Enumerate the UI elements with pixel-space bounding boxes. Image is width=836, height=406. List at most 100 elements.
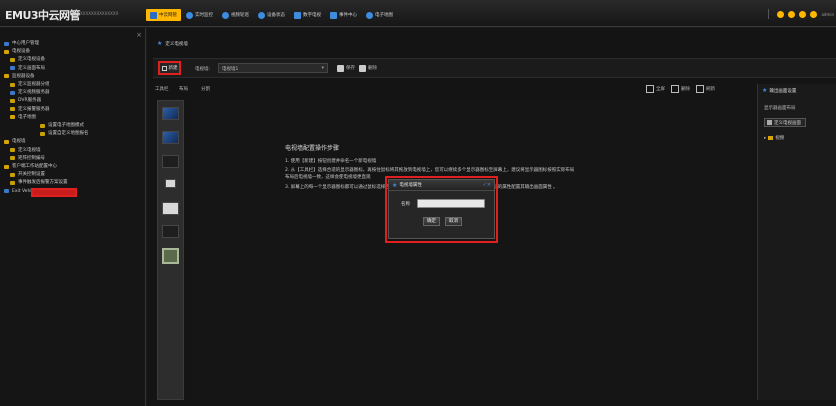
monitor-tool-1[interactable] [162, 107, 179, 120]
brand-logo: EMU3中云网管 [5, 9, 81, 22]
sidebar-item-label: 设置电子地图模式 [48, 123, 84, 128]
sidebar-item-label: 定义监视器分组 [18, 82, 50, 87]
trash-icon [671, 85, 679, 93]
wall-select[interactable]: 电视墙1 ▾ [218, 63, 328, 73]
server-icon [10, 90, 15, 95]
monitor-tool-7[interactable] [162, 248, 179, 264]
group-icon [10, 82, 15, 87]
monitor-tool-4[interactable] [165, 179, 176, 188]
expand-arrow-icon: ▸ [764, 135, 767, 141]
sidebar-item[interactable]: 定义监视器分组 [10, 81, 50, 88]
sidebar-item[interactable]: 开关控制设置 [10, 171, 45, 178]
sidebar-item-label: 中心用户管理 [12, 41, 39, 46]
cancel-button[interactable]: 取消 [445, 217, 462, 226]
clear-button[interactable]: 删除 [671, 84, 690, 94]
refresh-icon [696, 85, 704, 93]
toolbar: 新建 电视墙: 电视墙1 ▾ 保存 删除 [153, 58, 836, 78]
gear-icon[interactable] [788, 10, 796, 18]
define-picture-button[interactable]: 定义电视画面 [764, 118, 806, 127]
save-button[interactable]: 保存 [337, 63, 355, 73]
save-icon [337, 64, 344, 72]
new-icon [161, 65, 167, 71]
tab-divide[interactable]: 分割 [201, 86, 210, 92]
tab-digital-tv[interactable]: 数字电视 [290, 9, 325, 21]
sidebar-item-label: 定义报警服务器 [18, 106, 50, 112]
name-label: 名称 [401, 202, 410, 207]
breadcrumb-label: 定义电视墙 [165, 41, 188, 47]
lock-icon[interactable] [810, 10, 818, 18]
sidebar-item[interactable]: 电子地图 [10, 114, 36, 121]
tab-event-center[interactable]: 事件中心 [326, 9, 361, 21]
sidebar-item[interactable]: 客户端工作站配置中心 [4, 163, 57, 170]
sidebar-item-label: 定义电视设备 [18, 57, 45, 63]
folder-icon [4, 74, 9, 79]
event-icon [10, 180, 15, 185]
dialog-header: ★ 电视墙属性 ✓× [389, 180, 494, 191]
new-button[interactable]: 新建 [158, 61, 181, 75]
tab-layout[interactable]: 布局 [179, 86, 188, 92]
sidebar-item[interactable]: 定义画面布局 [10, 65, 45, 72]
tab-home[interactable]: 中云网管 [146, 9, 181, 21]
sidebar-item[interactable]: 设置自定义地图报名 [40, 130, 89, 137]
tab-map[interactable]: 电子地图 [362, 9, 397, 21]
brand-subtitle: XXXXXXXXXXXXXX [80, 11, 119, 16]
tab-device-status[interactable]: 设备状态 [254, 9, 289, 21]
name-field[interactable] [417, 199, 485, 208]
instructions-title: 电视墙配置操作步骤 [285, 145, 340, 152]
tools-label: 工具栏 [155, 87, 169, 92]
sidebar-item[interactable]: 矩阵控制编号 [10, 155, 45, 162]
sidebar-item[interactable]: 监视器设备 [4, 73, 35, 80]
sidebar-item[interactable]: 定义电视墙 [10, 147, 41, 154]
user-icon [4, 41, 9, 46]
sidebar-item[interactable]: 定义报警服务器 [10, 106, 50, 113]
sidebar-item-label: 事件触发后报警方案设置 [18, 180, 68, 186]
tab-monitor[interactable]: 实时监控 [182, 9, 217, 21]
map-icon [40, 131, 45, 136]
ok-button[interactable]: 确定 [423, 217, 440, 226]
instruction-step: 布局后电视墙一致，这样会使电视墙更直观 [285, 175, 371, 180]
wall-select-label: 电视墙: [195, 67, 211, 72]
map-icon [40, 123, 45, 128]
folder-icon [4, 139, 9, 144]
top-right-controls: admin [768, 9, 836, 19]
top-bar: EMU3中云网管 XXXXXXXXXXXXXX 中云网管 实时监控 视频轮巡 设… [0, 0, 836, 27]
sidebar-item-label: 电子地图 [18, 114, 36, 120]
folder-icon [4, 49, 9, 54]
refresh-button[interactable]: 刷新 [696, 84, 715, 94]
close-icon[interactable]: × [136, 31, 142, 39]
sidebar-item[interactable]: DVR服务器 [10, 97, 41, 104]
sidebar-item[interactable]: 定义视频服务器 [10, 89, 50, 96]
sidebar-item[interactable]: 电视墙 [4, 138, 26, 145]
monitor-tool-6[interactable] [162, 225, 179, 238]
folder-icon [4, 164, 9, 169]
tool-icon[interactable] [799, 10, 807, 18]
settings-icon[interactable] [777, 10, 785, 18]
exit-icon [4, 189, 9, 194]
picture-icon [767, 120, 772, 125]
sidebar-item-label: 定义视频服务器 [18, 90, 50, 96]
right-panel: ★ 输出画面设置 显示器画面布局 定义电视画面 ▸ 视频 [757, 84, 836, 400]
map-icon [366, 11, 373, 19]
sidebar-item[interactable]: 设置电子地图模式 [40, 122, 84, 129]
tree-item[interactable]: ▸ 视频 [764, 135, 784, 142]
sidebar-item-label: 矩阵控制编号 [18, 155, 45, 161]
delete-button[interactable]: 删除 [359, 63, 377, 73]
fullscreen-button[interactable]: 全屏 [646, 84, 665, 94]
sidebar-item-label: 开关控制设置 [18, 172, 45, 178]
dvr-icon [10, 98, 15, 103]
video-icon [222, 11, 229, 19]
tab-video[interactable]: 视频轮巡 [218, 9, 253, 21]
alarm-icon [10, 107, 15, 112]
sidebar-item[interactable]: 事件触发后报警方案设置 [10, 179, 68, 186]
monitor-tool-3[interactable] [162, 155, 179, 168]
sidebar-item[interactable]: 电视设备 [4, 48, 30, 55]
sidebar-item-label: 客户端工作站配置中心 [12, 164, 57, 169]
wall-canvas[interactable]: 电视墙配置操作步骤 1. 使用【新建】按钮创建并命名一个新电视墙 2. 从【工具… [191, 100, 751, 400]
monitor-tool-2[interactable] [162, 131, 179, 144]
monitor-tool-5[interactable] [162, 202, 179, 215]
sidebar-item[interactable]: 定义电视设备 [10, 56, 45, 63]
info-icon [258, 11, 265, 19]
sidebar-item[interactable]: 中心用户管理 [4, 40, 39, 47]
close-icon[interactable]: ✓× [483, 182, 491, 188]
breadcrumb: ★ 定义电视墙 [157, 40, 188, 47]
